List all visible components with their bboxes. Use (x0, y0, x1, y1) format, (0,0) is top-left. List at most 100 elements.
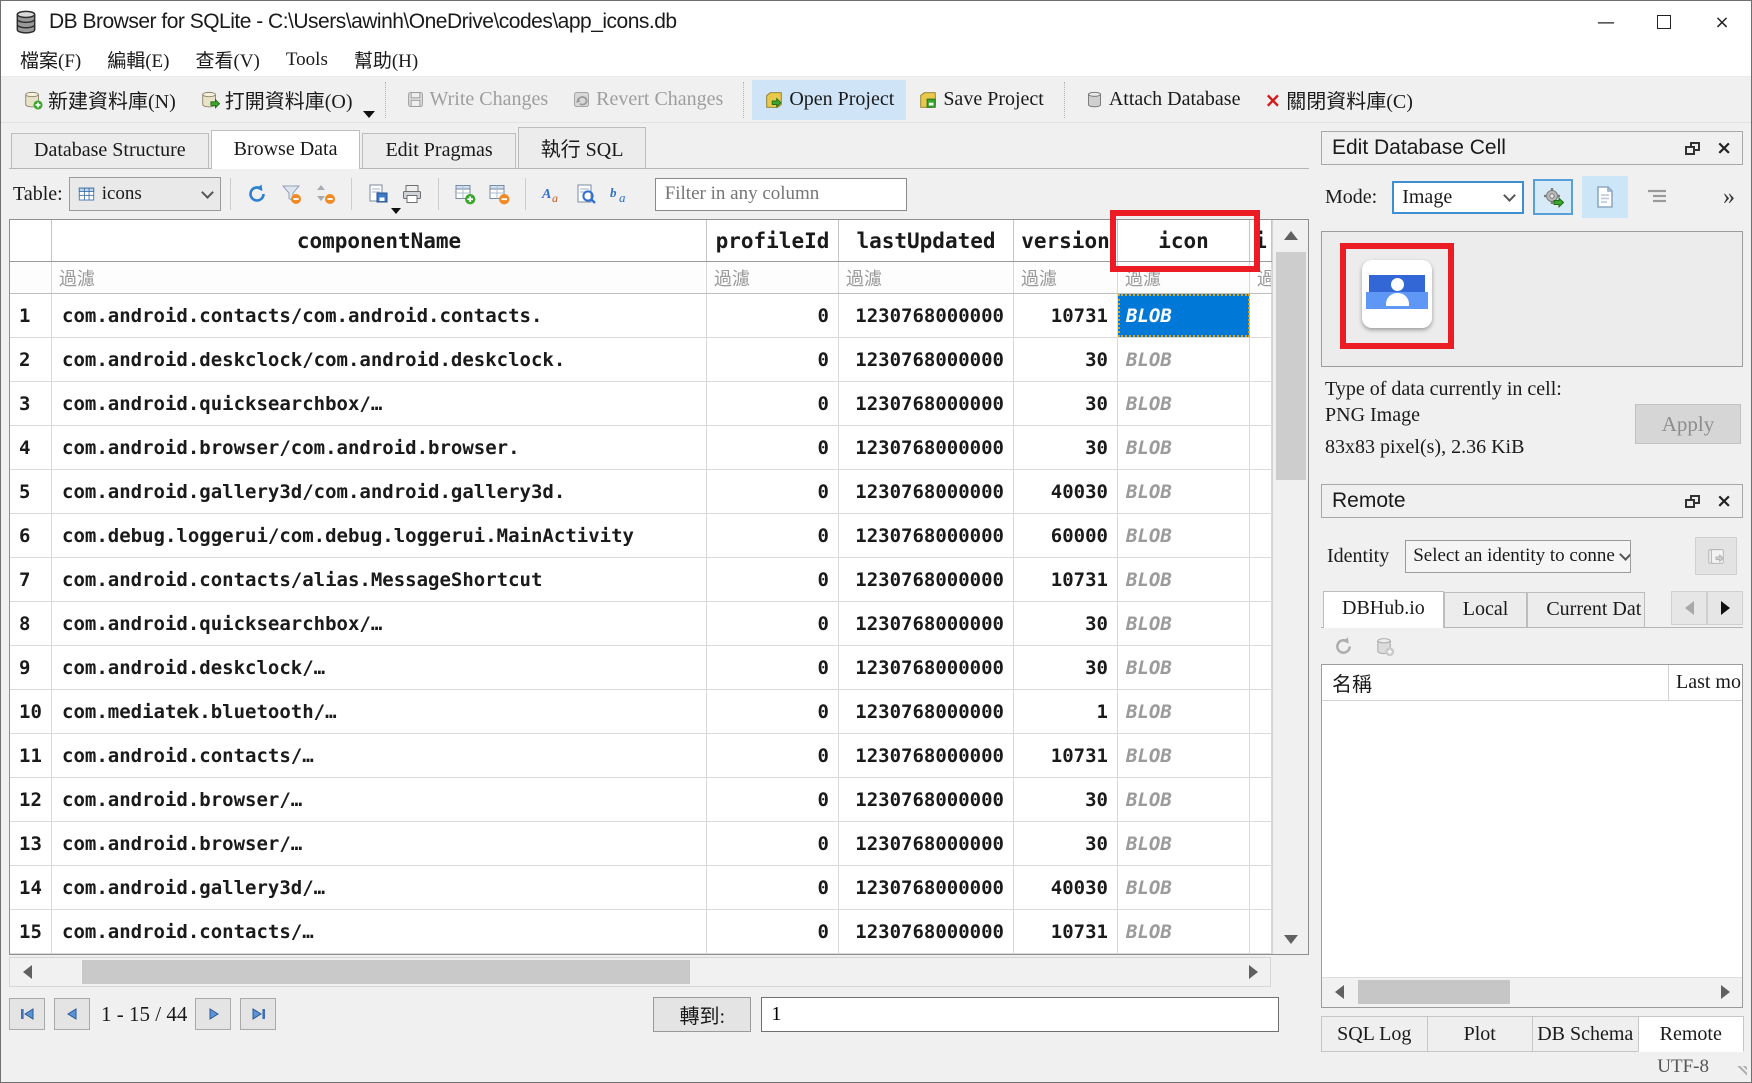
case-button[interactable]: b a (603, 176, 637, 212)
new-database-button[interactable]: 新建資料庫(N) (11, 80, 188, 120)
close-dock-icon[interactable]: × (1716, 137, 1732, 159)
first-record-button[interactable] (9, 998, 45, 1030)
menu-item-2[interactable]: 編輯(E) (94, 46, 182, 73)
close-button[interactable]: × (1693, 1, 1751, 43)
vertical-scrollbar[interactable] (1272, 220, 1308, 954)
maximize-button[interactable] (1635, 1, 1693, 43)
table-cell[interactable]: 0 (707, 338, 839, 381)
tab-local[interactable]: Local (1444, 592, 1528, 627)
table-cell[interactable]: 1230768000000 (839, 382, 1014, 425)
table-cell[interactable]: 0 (707, 734, 839, 777)
table-cell[interactable]: com.android.deskclock/com.android.deskcl… (52, 338, 707, 381)
table-cell[interactable]: BLOB (1118, 602, 1250, 645)
column-header-i[interactable]: i (1250, 220, 1272, 261)
row-number[interactable]: 9 (10, 646, 52, 689)
table-cell[interactable]: 1230768000000 (839, 778, 1014, 821)
table-cell[interactable]: 0 (707, 866, 839, 909)
table-cell[interactable]: 1230768000000 (839, 910, 1014, 953)
table-cell-clipped[interactable] (1250, 294, 1272, 337)
last-record-button[interactable] (240, 998, 276, 1030)
table-cell[interactable]: 1230768000000 (839, 822, 1014, 865)
tab-browse-data[interactable]: Browse Data (211, 130, 361, 169)
minimize-button[interactable]: — (1577, 1, 1635, 43)
row-number[interactable]: 11 (10, 734, 52, 777)
table-cell-clipped[interactable] (1250, 822, 1272, 865)
row-number[interactable]: 5 (10, 470, 52, 513)
table-cell[interactable]: 30 (1014, 426, 1118, 469)
next-record-button[interactable] (195, 998, 231, 1030)
scroll-right-arrow[interactable] (1236, 958, 1270, 986)
table-cell-clipped[interactable] (1250, 514, 1272, 557)
close-database-button[interactable]: × 關閉資料庫(C) (1252, 80, 1424, 120)
table-cell[interactable]: com.android.browser/com.android.browser. (52, 426, 707, 469)
goto-record-input[interactable] (761, 997, 1279, 1032)
tab-current-database[interactable]: Current Dat (1527, 592, 1645, 627)
table-cell[interactable]: 0 (707, 602, 839, 645)
row-number[interactable]: 12 (10, 778, 52, 821)
table-cell-clipped[interactable] (1250, 910, 1272, 953)
table-cell[interactable]: com.android.contacts/alias.MessageShortc… (52, 558, 707, 601)
dock-tab-sql-log[interactable]: SQL Log (1321, 1016, 1428, 1052)
insert-record-button[interactable] (448, 176, 482, 212)
row-number[interactable]: 7 (10, 558, 52, 601)
table-cell[interactable]: 1 (1014, 690, 1118, 733)
remote-horizontal-scrollbar[interactable] (1322, 977, 1742, 1007)
table-cell-clipped[interactable] (1250, 866, 1272, 909)
table-cell[interactable]: 30 (1014, 382, 1118, 425)
row-number[interactable]: 3 (10, 382, 52, 425)
remote-list-body[interactable] (1322, 701, 1742, 977)
table-cell[interactable]: BLOB (1118, 822, 1250, 865)
table-cell[interactable]: com.android.contacts/… (52, 734, 707, 777)
tab-scroll-right-button[interactable] (1707, 591, 1743, 625)
filter-input-lastUpdated[interactable]: 過濾 (839, 262, 1014, 293)
print-button[interactable] (395, 176, 429, 212)
table-cell[interactable]: 10731 (1014, 558, 1118, 601)
scroll-right-arrow[interactable] (1708, 978, 1742, 1006)
column-header-profileId[interactable]: profileId (707, 220, 839, 261)
last-modified-column-header[interactable]: Last mo (1668, 665, 1742, 700)
text-view-button[interactable] (1582, 176, 1628, 218)
scroll-left-arrow[interactable] (10, 958, 44, 986)
table-cell[interactable]: 10731 (1014, 734, 1118, 777)
table-cell[interactable]: 0 (707, 778, 839, 821)
table-cell[interactable]: BLOB (1118, 382, 1250, 425)
table-cell[interactable]: 30 (1014, 338, 1118, 381)
table-cell[interactable]: 0 (707, 910, 839, 953)
table-cell[interactable]: 1230768000000 (839, 558, 1014, 601)
table-cell[interactable]: BLOB (1118, 690, 1250, 733)
resize-grip-icon[interactable] (1735, 1066, 1747, 1078)
row-number[interactable]: 15 (10, 910, 52, 953)
table-cell[interactable]: com.android.browser/… (52, 778, 707, 821)
filter-any-column-input[interactable] (655, 178, 907, 211)
table-cell[interactable]: BLOB (1118, 910, 1250, 953)
filter-input-icon[interactable]: 過濾 (1118, 262, 1250, 293)
table-cell[interactable]: 60000 (1014, 514, 1118, 557)
table-cell[interactable]: 0 (707, 690, 839, 733)
table-cell-clipped[interactable] (1250, 338, 1272, 381)
table-cell[interactable]: com.android.contacts/com.android.contact… (52, 294, 707, 337)
column-header-version[interactable]: version (1014, 220, 1118, 261)
filter-input-i[interactable]: 過濾 (1250, 262, 1272, 293)
table-cell[interactable]: BLOB (1118, 426, 1250, 469)
row-number[interactable]: 2 (10, 338, 52, 381)
table-cell-clipped[interactable] (1250, 602, 1272, 645)
previous-record-button[interactable] (54, 998, 90, 1030)
menu-item-3[interactable]: 查看(V) (183, 46, 273, 73)
table-cell[interactable]: 30 (1014, 822, 1118, 865)
table-cell[interactable]: 0 (707, 470, 839, 513)
table-cell[interactable]: com.android.gallery3d/com.android.galler… (52, 470, 707, 513)
refresh-button[interactable] (240, 176, 274, 212)
table-cell-clipped[interactable] (1250, 426, 1272, 469)
open-database-button[interactable]: 打開資料庫(O) (188, 80, 365, 120)
table-select[interactable]: icons (69, 177, 221, 211)
row-number[interactable]: 1 (10, 294, 52, 337)
name-column-header[interactable]: 名稱 (1322, 665, 1668, 700)
clear-sort-button[interactable] (308, 176, 342, 212)
table-cell-clipped[interactable] (1250, 382, 1272, 425)
table-cell[interactable]: 1230768000000 (839, 646, 1014, 689)
table-cell[interactable]: 30 (1014, 778, 1118, 821)
filter-input-profileId[interactable]: 過濾 (707, 262, 839, 293)
row-number[interactable]: 13 (10, 822, 52, 865)
table-cell[interactable]: 1230768000000 (839, 690, 1014, 733)
table-cell-clipped[interactable] (1250, 690, 1272, 733)
